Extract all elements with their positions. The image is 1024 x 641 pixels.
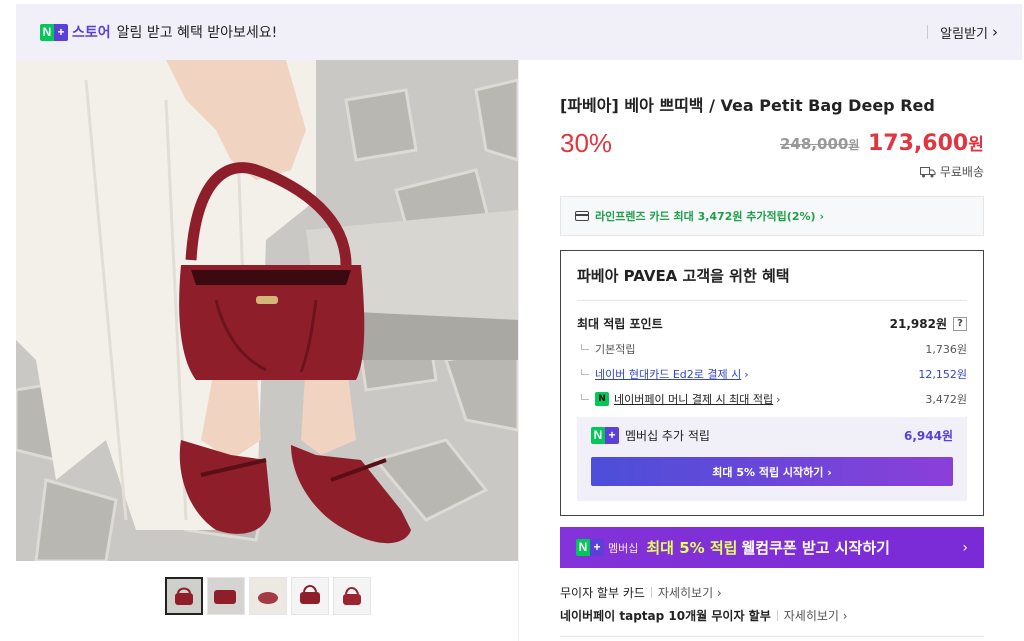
points-row-npay-money: N 네이버페이 머니 결제 시 최대 적립 › 3,472원 xyxy=(577,391,967,407)
benefit-box: 파베아 PAVEA 고객을 위한 혜택 최대 적립 포인트 21,982원 ? … xyxy=(560,250,984,516)
membership-start-button[interactable]: 최대 5% 적립 시작하기 › xyxy=(591,457,953,486)
installment-card-row: 무이자 할부 카드 자세히보기 › xyxy=(560,584,722,601)
chevron-right-icon: › xyxy=(819,209,825,223)
notification-message: 알림 받고 혜택 받아보세요! xyxy=(116,25,278,41)
membership-welcome-banner[interactable]: N + 멤버십 최대 5% 적립 웰컴쿠폰 받고 시작하기 › xyxy=(560,527,984,568)
benefit-heading: 파베아 PAVEA 고객을 위한 혜택 xyxy=(577,251,967,301)
tree-branch-icon xyxy=(581,394,589,400)
naver-plus-logo: N + xyxy=(40,23,68,41)
thumbnail-5[interactable] xyxy=(333,577,371,615)
naver-plus-logo: N + xyxy=(591,427,619,444)
membership-box: N + 멤버십 추가 적립 6,944원 최대 5% 적립 시작하기 › xyxy=(577,417,967,501)
thumbnail-1[interactable] xyxy=(165,577,203,615)
credit-card-icon xyxy=(575,211,589,221)
divider xyxy=(776,610,778,621)
sale-price: 173,600원 xyxy=(868,131,984,156)
tree-branch-icon xyxy=(581,344,589,350)
naverpay-icon: N xyxy=(595,392,609,406)
membership-label: 멤버십 추가 적립 xyxy=(625,429,710,443)
help-icon[interactable]: ? xyxy=(953,316,967,331)
alarm-button[interactable]: 알림받기 › xyxy=(927,23,998,42)
truck-icon xyxy=(919,166,936,177)
chevron-right-icon: › xyxy=(962,539,968,556)
divider xyxy=(650,587,652,598)
max-points-row: 최대 적립 포인트 21,982원 ? xyxy=(577,315,967,332)
chevron-right-icon: › xyxy=(744,367,749,381)
points-row-basic: 기본적립 1,736원 xyxy=(577,341,967,357)
points-row-hyundai-card: 네이버 현대카드 Ed2로 결제 시 › 12,152원 xyxy=(577,366,967,382)
store-label: 스토어 xyxy=(72,25,111,41)
thumbnail-2[interactable] xyxy=(207,577,245,615)
chevron-right-icon: › xyxy=(992,23,998,41)
alarm-button-label: 알림받기 xyxy=(940,26,988,42)
naver-plus-logo: N + xyxy=(576,539,604,556)
discount-rate: 30% xyxy=(560,128,613,158)
store-notification-bar: N + 스토어 알림 받고 혜택 받아보세요! 알림받기 › xyxy=(16,4,1022,60)
membership-value: 6,944원 xyxy=(904,429,953,443)
divider xyxy=(927,25,929,39)
details-link[interactable]: 자세히보기 › xyxy=(658,584,722,601)
column-divider xyxy=(518,60,519,641)
product-title: [파베아] 베아 쁘띠백 / Vea Petit Bag Deep Red xyxy=(560,96,935,115)
shipping-label: 무료배송 xyxy=(939,165,984,179)
npay-money-link[interactable]: 네이버페이 머니 결제 시 최대 적립 xyxy=(614,391,773,407)
divider xyxy=(560,636,984,637)
hyundai-card-link[interactable]: 네이버 현대카드 Ed2로 결제 시 xyxy=(595,366,741,382)
membership-tag: 멤버십 xyxy=(608,541,639,555)
original-price: 248,000원 xyxy=(780,135,860,153)
tree-branch-icon xyxy=(581,369,589,375)
card-offer-link[interactable]: 라인프렌즈 카드 최대 3,472원 추가적립(2%) › xyxy=(560,196,984,236)
banner-text: 웰컴쿠폰 받고 시작하기 xyxy=(741,539,890,557)
installment-card-label: 무이자 할부 카드 xyxy=(560,586,645,600)
thumbnail-4[interactable] xyxy=(291,577,329,615)
details-link[interactable]: 자세히보기 › xyxy=(784,607,848,624)
product-main-image[interactable] xyxy=(16,60,518,561)
card-offer-text: 라인프렌즈 카드 최대 3,472원 추가적립(2%) xyxy=(595,210,816,223)
max-points-label: 최대 적립 포인트 xyxy=(577,317,663,331)
chevron-right-icon: › xyxy=(776,392,781,406)
shipping-info: 무료배송 xyxy=(919,163,984,180)
taptap-installment-row: 네이버페이 taptap 10개월 무이자 할부 자세히보기 › xyxy=(560,607,848,624)
product-photo-illustration xyxy=(16,60,518,561)
taptap-installment-label: 네이버페이 taptap 10개월 무이자 할부 xyxy=(560,609,771,623)
points-row-label: 기본적립 xyxy=(595,343,636,356)
points-row-value: 12,152원 xyxy=(918,368,967,381)
thumbnail-strip xyxy=(165,577,371,615)
thumbnail-3[interactable] xyxy=(249,577,287,615)
membership-row: N + 멤버십 추가 적립 6,944원 xyxy=(591,427,953,444)
banner-highlight: 최대 5% 적립 xyxy=(646,539,738,557)
points-row-value: 3,472원 xyxy=(925,393,967,406)
points-row-value: 1,736원 xyxy=(925,343,967,356)
max-points-value: 21,982원 xyxy=(889,317,947,331)
